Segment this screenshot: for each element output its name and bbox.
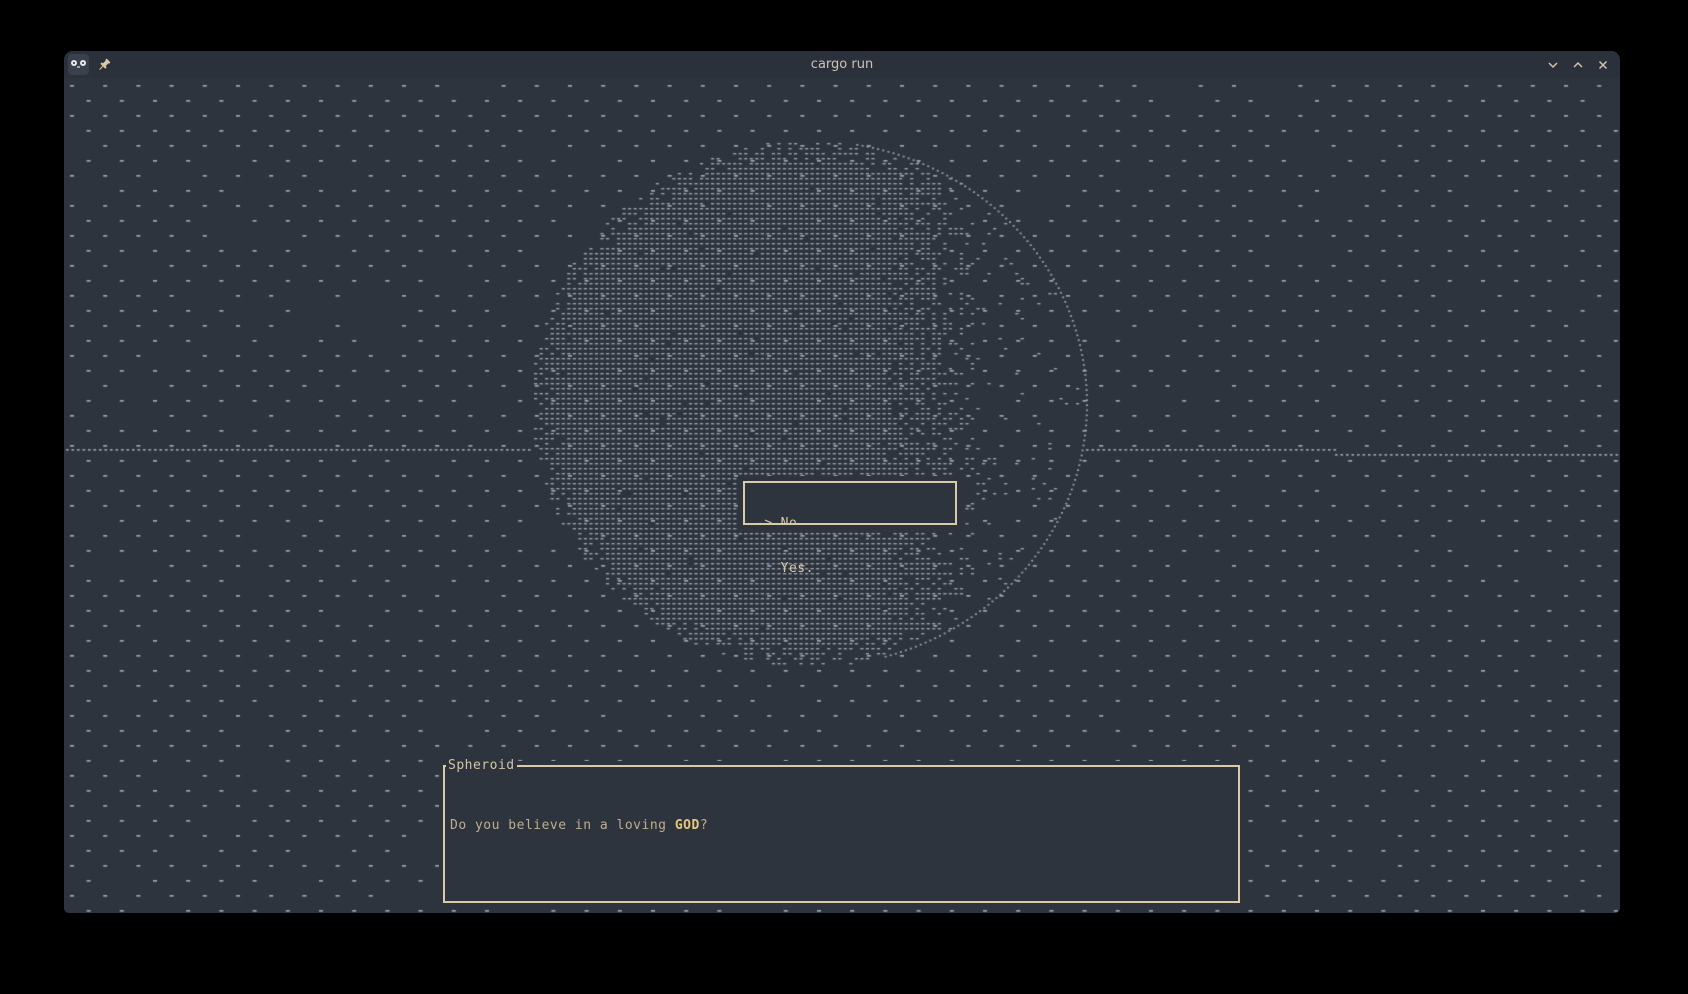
- close-button[interactable]: [1595, 57, 1611, 73]
- choice-menu: ->No. ->Yes.: [743, 481, 957, 525]
- titlebar[interactable]: cargo run: [64, 51, 1620, 78]
- app-icon-eye: [80, 60, 86, 66]
- question-highlight: GOD: [675, 818, 700, 833]
- close-icon: [1596, 58, 1610, 72]
- minimize-button[interactable]: [1545, 57, 1561, 73]
- chevron-down-icon: [1546, 58, 1560, 72]
- window-title: cargo run: [64, 57, 1620, 72]
- terminal-content: ->No. ->Yes. Spheroid Do you believe in …: [64, 78, 1620, 913]
- menu-item-label: No.: [781, 516, 806, 531]
- dialog-question: Do you believe in a loving GOD?: [450, 818, 1230, 833]
- question-text: Do you believe in a loving: [450, 818, 675, 833]
- terminal-window: cargo run -> No.: [64, 51, 1620, 913]
- question-punctuation: ?: [700, 818, 708, 833]
- maximize-button[interactable]: [1570, 57, 1586, 73]
- app-icon[interactable]: [68, 54, 89, 75]
- dialog-title: Spheroid: [446, 758, 517, 773]
- chevron-up-icon: [1571, 58, 1585, 72]
- pin-icon[interactable]: [96, 57, 112, 73]
- menu-item-yes[interactable]: ->Yes.: [756, 561, 955, 576]
- dialog-box: Spheroid Do you believe in a loving GOD?: [443, 765, 1240, 903]
- menu-item-label: Yes.: [781, 561, 814, 576]
- menu-item-no[interactable]: -> No.: [756, 516, 955, 531]
- app-icon-mouth: [77, 66, 80, 68]
- selection-arrow: ->: [756, 516, 773, 531]
